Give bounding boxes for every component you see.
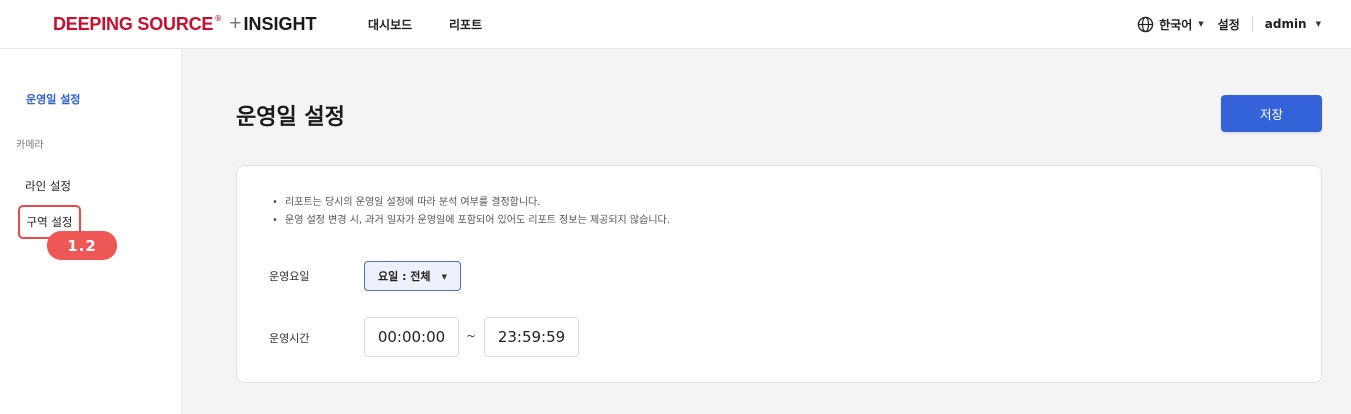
sidebar-section-camera: 카메라 [16, 140, 44, 151]
notice-list: 리포트는 당시의 운영일 설정에 따라 분석 여부를 결정합니다. 운영 설정 … [271, 194, 670, 230]
logo-registered-mark: ® [214, 13, 223, 23]
header-settings-link[interactable]: 설정 [1218, 16, 1240, 33]
notice-item: 리포트는 당시의 운영일 설정에 따라 분석 여부를 결정합니다. [271, 194, 670, 212]
notice-item: 운영 설정 변경 시, 과거 일자가 운영일에 포함되어 있어도 리포트 정보는… [271, 212, 670, 230]
logo-plus-sign: + [229, 12, 242, 35]
language-selector[interactable]: 한국어 ▼ [1137, 16, 1204, 33]
globe-icon [1137, 16, 1154, 32]
caret-down-icon: ▼ [441, 273, 447, 281]
nav-dashboard[interactable]: 대시보드 [368, 16, 412, 33]
time-range-separator: ~ [466, 329, 477, 343]
logo-deeping-source-text: DEEPING SOURCE [53, 13, 214, 34]
sidebar-item-line-settings[interactable]: 라인 설정 [25, 178, 71, 194]
end-time-input[interactable]: 23:59:59 [484, 317, 579, 357]
operating-days-label: 운영요일 [269, 270, 310, 283]
sidebar-item-operating-days[interactable]: 운영일 설정 [26, 91, 80, 107]
save-button[interactable]: 저장 [1221, 95, 1322, 132]
operating-days-dropdown[interactable]: 요일 : 전체 ▼ [364, 261, 461, 291]
sidebar: 운영일 설정 카메라 라인 설정 구역 설정 1.2 [0, 49, 182, 414]
deeping-source-insight-logo[interactable]: DEEPING SOURCE ® + INSIGHT [53, 12, 317, 36]
dropdown-value: 요일 : 전체 [378, 270, 431, 283]
caret-down-icon: ▼ [1198, 20, 1204, 28]
page-title: 운영일 설정 [236, 105, 345, 130]
sidebar-item-label: 구역 설정 [26, 215, 73, 229]
caret-down-icon: ▼ [1315, 20, 1321, 28]
start-time-input[interactable]: 00:00:00 [364, 317, 459, 357]
logo-insight-text: INSIGHT [243, 13, 317, 34]
top-header: DEEPING SOURCE ® + INSIGHT 대시보드 리포트 한국어 ▼ 설… [0, 0, 1351, 49]
language-label: 한국어 [1159, 17, 1193, 32]
header-right-menu: 한국어 ▼ 설정 admin ▼ [1137, 14, 1321, 34]
user-menu[interactable]: admin ▼ [1265, 17, 1321, 31]
annotation-badge: 1.2 [47, 231, 117, 260]
nav-report[interactable]: 리포트 [449, 16, 482, 33]
operating-settings-card: 리포트는 당시의 운영일 설정에 따라 분석 여부를 결정합니다. 운영 설정 … [236, 165, 1322, 383]
user-name: admin [1264, 17, 1307, 31]
header-divider [1251, 16, 1253, 32]
operating-hours-label: 운영시간 [269, 332, 310, 345]
